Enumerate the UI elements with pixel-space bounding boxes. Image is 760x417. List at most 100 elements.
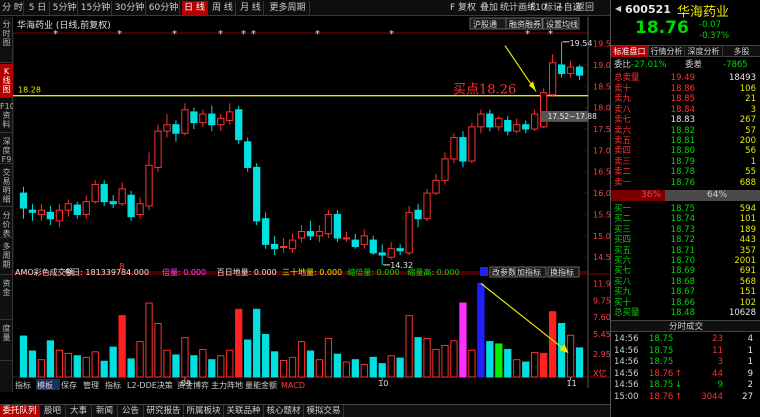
vol-bar-15 — [154, 322, 162, 378]
tick-vol: 3 — [717, 357, 723, 367]
subtab-5[interactable]: L2-DDE决策 — [127, 380, 173, 390]
vol-bar-62 — [575, 347, 584, 378]
bid-2-vol: 189 — [739, 224, 756, 235]
vol-bar-41 — [387, 355, 395, 378]
period-5[interactable]: 60分钟 — [148, 1, 180, 15]
vol-bar-52 — [486, 341, 494, 378]
period-0[interactable]: 分 时 — [2, 1, 24, 15]
bottom-tab-7[interactable]: 关联品种 — [224, 405, 264, 417]
sell-total-vol: 18493 — [728, 73, 756, 83]
bid-8: 买九 18.67 151 — [611, 287, 760, 297]
vol-bar-19 — [190, 355, 198, 378]
price-tick-19.50: 19.50 — [593, 40, 610, 49]
left-tab-5[interactable]: 分价表 — [0, 208, 13, 238]
left-tab-0[interactable]: 分时图 — [0, 17, 13, 63]
bid-5-vol: 2001 — [734, 256, 756, 266]
tick-count: 1 — [747, 357, 753, 367]
quote-tab-1[interactable]: 行情分析 — [649, 46, 685, 57]
toolbar-right-2[interactable]: 叠加 — [480, 1, 498, 15]
quote-tab-2[interactable]: 深度分析 — [685, 46, 723, 57]
vol-tick-5.45: 5.45 — [593, 330, 610, 339]
vol-bar-53 — [495, 343, 503, 378]
subtab-3[interactable]: 管理 — [83, 380, 99, 390]
subtab-4[interactable]: 指标 — [105, 380, 121, 390]
left-tab-7[interactable]: 资金 — [0, 276, 13, 320]
chart-btn-label-1: 融资融券 — [509, 19, 541, 29]
vol-bar-24 — [235, 308, 243, 378]
bid-6: 买七 18.69 691 — [611, 266, 760, 276]
sell-total-label: 总卖量 — [614, 73, 640, 83]
price-pct: -0.37% — [699, 31, 730, 41]
bottom-tab-6[interactable]: 所属板块 — [184, 405, 224, 417]
subtab-7[interactable]: 主力阵地 — [211, 380, 243, 390]
vol-bar-59 — [548, 311, 557, 378]
bottom-tab-1[interactable]: 股吧 — [40, 405, 66, 417]
tick-5: 15:00 18.76 ↑ 3044 27 — [611, 392, 760, 403]
quote-tab-3[interactable]: 多股 — [723, 46, 760, 57]
ask-3: 卖七 18.83 267 — [611, 115, 760, 125]
vol-bar-27 — [261, 334, 270, 378]
bottom-tab-0[interactable]: 委托队列 — [0, 405, 40, 417]
arrow-icon[interactable]: ◀ — [615, 4, 621, 13]
subtab-6[interactable]: 资金博弈 — [177, 380, 209, 390]
subtab-8[interactable]: 量能金额 — [245, 380, 277, 390]
bid-ask-ratio-bar: 36% 64% — [611, 190, 760, 201]
period-8[interactable]: 月 线 — [238, 1, 264, 15]
period-4[interactable]: 30分钟 — [114, 1, 146, 15]
candle-35 — [333, 210, 342, 243]
bid-2-label: 买三 — [614, 224, 632, 235]
bottom-tab-2[interactable]: 大事 — [66, 405, 92, 417]
vol-bar-1 — [28, 350, 37, 378]
subtab-2[interactable]: 保存 — [61, 380, 77, 390]
buy-total-vol: 10628 — [728, 308, 756, 318]
buy-total-price: 18.48 — [670, 308, 695, 318]
subtab-1[interactable]: 模板 — [37, 380, 53, 390]
subtab-9[interactable]: MACD — [281, 381, 305, 390]
period-6[interactable]: 日 线 — [182, 1, 208, 15]
quote-tab-0[interactable]: 标准盘口 — [611, 46, 649, 57]
kline-chart[interactable]: 华海药业 (日线,前复权)**********沪股通融资融券设置均线19.501… — [13, 17, 610, 392]
ticks-title: 分时成交 — [611, 320, 760, 332]
chart-btn-label-0: 沪股通 — [473, 19, 497, 29]
star-mark-5: * — [251, 29, 256, 40]
tick-price: 18.75 — [649, 357, 674, 367]
left-tab-8[interactable]: 度量 — [0, 321, 13, 361]
period-3[interactable]: 15分钟 — [80, 1, 112, 15]
bottom-tab-9[interactable]: 模拟交易 — [304, 405, 344, 417]
candle-15 — [154, 124, 162, 172]
left-tab-4[interactable]: 交易明细 — [0, 165, 13, 207]
ask-3-price: 18.83 — [670, 115, 695, 126]
buy-total: 总买量 18.48 10628 — [611, 308, 760, 318]
toolbar-right-1[interactable]: 复权 — [458, 1, 476, 15]
ask-4-vol: 57 — [745, 125, 756, 136]
vol-bar-31 — [297, 341, 306, 378]
bottom-tab-5[interactable]: 研究报告 — [144, 405, 184, 417]
vol-tick-2.95: 2.95 — [593, 350, 610, 359]
candle-34 — [324, 210, 333, 238]
toolbar-right-0[interactable]: F — [450, 1, 455, 15]
vol-legend-3: 百日地量: 0.000 — [217, 267, 277, 277]
bottom-tab-8[interactable]: 核心题材 — [264, 405, 304, 417]
bottom-tab-4[interactable]: 公告 — [118, 405, 144, 417]
star-mark-0: * — [53, 29, 58, 40]
vol-bar-11 — [118, 315, 126, 378]
candle-9 — [100, 180, 108, 206]
ask-1-vol: 21 — [745, 94, 756, 105]
vol-bar-25 — [244, 339, 252, 378]
vol-bar-5 — [64, 352, 72, 378]
left-tab-1[interactable]: K线图 — [0, 64, 13, 98]
period-7[interactable]: 周 线 — [210, 1, 236, 15]
toolbar-right-8[interactable]: 返回 — [576, 1, 594, 15]
vol-bar-44 — [414, 337, 422, 378]
subtab-0[interactable]: 指标 — [15, 380, 31, 390]
bid-5: 买六 18.70 2001 — [611, 256, 760, 266]
left-tab-3[interactable]: 深度F9 — [0, 134, 13, 164]
period-2[interactable]: 5分钟 — [52, 1, 78, 15]
ask-3-label: 卖七 — [614, 115, 632, 126]
period-9[interactable]: 更多周期 — [266, 1, 310, 15]
bottom-tab-3[interactable]: 新闻 — [92, 405, 118, 417]
left-tab-2[interactable]: F10资料 — [0, 99, 15, 133]
toolbar-right-3[interactable]: 统计 — [500, 1, 518, 15]
left-tab-6[interactable]: 多周期 — [0, 239, 13, 275]
period-1[interactable]: 5 日 — [26, 1, 50, 15]
